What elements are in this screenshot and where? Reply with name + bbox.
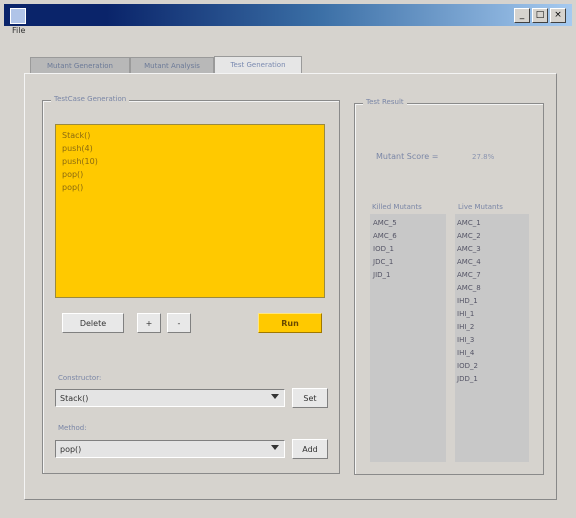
mutant-score-value: 27.8% — [472, 153, 495, 161]
run-button[interactable]: Run — [258, 313, 322, 333]
list-item[interactable]: pop() — [62, 183, 83, 192]
plus-button[interactable]: + — [137, 313, 161, 333]
set-button[interactable]: Set — [292, 388, 328, 408]
test-result-title: Test Result — [363, 98, 407, 106]
list-item[interactable]: IHI_3 — [457, 336, 474, 344]
menu-file[interactable]: File — [12, 26, 25, 35]
add-button[interactable]: Add — [292, 439, 328, 459]
title-bar[interactable]: _ □ × — [4, 4, 572, 26]
method-value: pop() — [60, 445, 82, 454]
application-window: _ □ × File Mutant Generation Mutant Anal… — [0, 0, 576, 518]
tab-mutant-generation[interactable]: Mutant Generation — [30, 57, 130, 74]
app-icon[interactable] — [10, 8, 26, 24]
chevron-down-icon[interactable] — [271, 394, 279, 399]
list-item[interactable]: IHI_2 — [457, 323, 474, 331]
method-label: Method: — [58, 424, 87, 432]
minimize-button[interactable]: _ — [514, 8, 530, 23]
list-item[interactable]: IOD_2 — [457, 362, 478, 370]
list-item[interactable]: AMC_6 — [373, 232, 397, 240]
list-item[interactable]: AMC_5 — [373, 219, 397, 227]
list-item[interactable]: JID_1 — [373, 271, 390, 279]
live-mutants-list[interactable]: AMC_1 AMC_2 AMC_3 AMC_4 AMC_7 AMC_8 IHD_… — [455, 214, 529, 462]
constructor-value: Stack() — [60, 394, 89, 403]
list-item[interactable]: JDC_1 — [373, 258, 393, 266]
window-controls: _ □ × — [514, 8, 566, 23]
list-item[interactable]: IHI_1 — [457, 310, 474, 318]
testcase-generation-title: TestCase Generation — [51, 95, 130, 103]
tab-test-generation[interactable]: Test Generation — [214, 56, 302, 74]
test-sequence-list[interactable]: Stack() push(4) push(10) pop() pop() — [55, 124, 325, 298]
list-item[interactable]: push(10) — [62, 157, 98, 166]
list-item[interactable]: IHI_4 — [457, 349, 474, 357]
list-item[interactable]: IHD_1 — [457, 297, 478, 305]
list-item[interactable]: pop() — [62, 170, 83, 179]
list-item[interactable]: IOD_1 — [373, 245, 394, 253]
chevron-down-icon[interactable] — [271, 445, 279, 450]
list-item[interactable]: JDD_1 — [457, 375, 478, 383]
killed-mutants-list[interactable]: AMC_5 AMC_6 IOD_1 JDC_1 JID_1 — [370, 214, 446, 462]
menu-bar: File — [4, 26, 572, 38]
list-item[interactable]: AMC_7 — [457, 271, 481, 279]
list-item[interactable]: AMC_4 — [457, 258, 481, 266]
list-item[interactable]: AMC_2 — [457, 232, 481, 240]
minus-button[interactable]: - — [167, 313, 191, 333]
list-item[interactable]: AMC_8 — [457, 284, 481, 292]
list-item[interactable]: AMC_3 — [457, 245, 481, 253]
delete-button[interactable]: Delete — [62, 313, 124, 333]
close-button[interactable]: × — [550, 8, 566, 23]
constructor-label: Constructor: — [58, 374, 102, 382]
maximize-button[interactable]: □ — [532, 8, 548, 23]
constructor-select[interactable]: Stack() — [55, 389, 285, 407]
mutant-score-label: Mutant Score = — [376, 152, 439, 161]
live-mutants-header: Live Mutants — [458, 203, 503, 211]
list-item[interactable]: Stack() — [62, 131, 90, 140]
method-select[interactable]: pop() — [55, 440, 285, 458]
tab-mutant-analysis[interactable]: Mutant Analysis — [130, 57, 214, 74]
list-item[interactable]: push(4) — [62, 144, 93, 153]
list-item[interactable]: AMC_1 — [457, 219, 481, 227]
killed-mutants-header: Killed Mutants — [372, 203, 422, 211]
